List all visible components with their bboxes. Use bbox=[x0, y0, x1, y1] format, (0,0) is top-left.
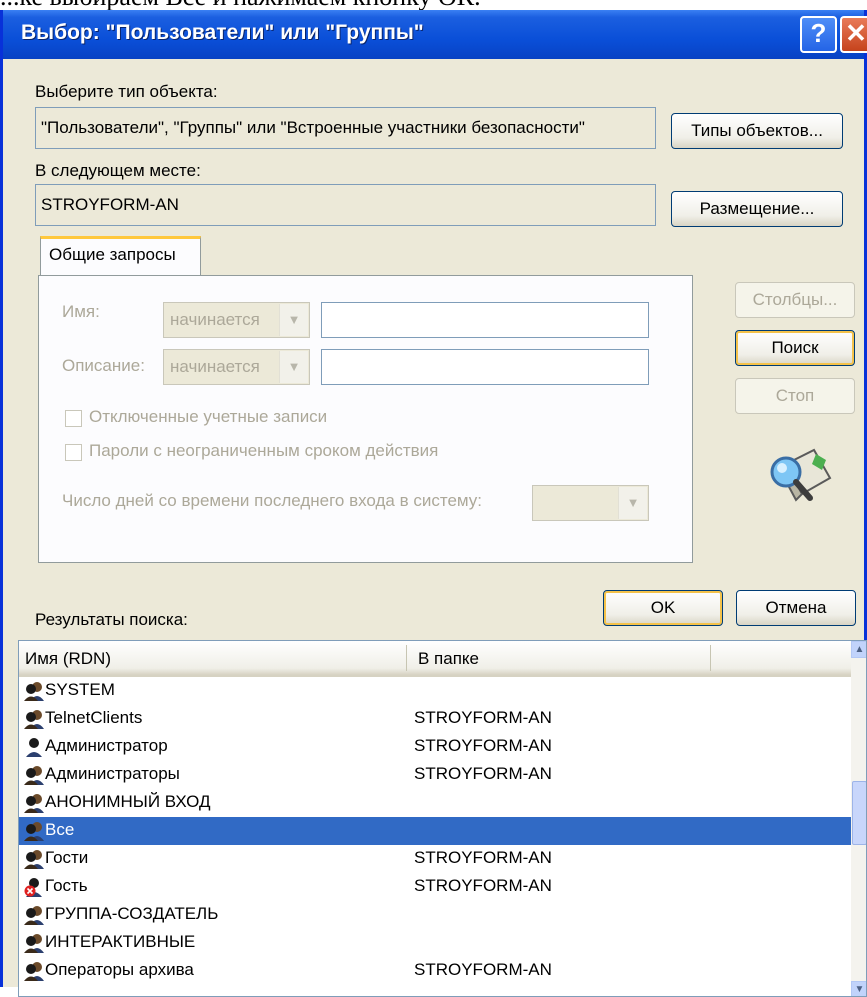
list-item[interactable]: Гости STROYFORM-AN bbox=[19, 845, 851, 873]
list-item[interactable]: ИНТЕРАКТИВНЫЕ bbox=[19, 929, 851, 957]
name-mode-select: начинается ▼ bbox=[163, 302, 310, 338]
disabled-accounts-checkbox bbox=[65, 410, 82, 427]
result-folder: STROYFORM-AN bbox=[414, 960, 552, 979]
name-label: Имя: bbox=[62, 302, 100, 321]
scroll-down-icon[interactable]: ▼ bbox=[851, 981, 866, 996]
result-name: Гость bbox=[45, 876, 88, 895]
group-icon bbox=[23, 932, 45, 954]
column-divider[interactable] bbox=[406, 645, 407, 671]
scroll-thumb[interactable] bbox=[852, 781, 866, 845]
result-folder: STROYFORM-AN bbox=[414, 876, 552, 895]
list-item[interactable]: Операторы архива STROYFORM-AN bbox=[19, 957, 851, 985]
group-icon bbox=[23, 708, 45, 730]
location-label: В следующем месте: bbox=[35, 161, 201, 180]
description-mode-select: начинается ▼ bbox=[163, 349, 310, 385]
result-folder: STROYFORM-AN bbox=[414, 764, 552, 783]
result-folder: STROYFORM-AN bbox=[414, 848, 552, 867]
result-name: Все bbox=[45, 820, 75, 839]
object-type-field: "Пользователи", "Группы" или "Встроенные… bbox=[35, 107, 656, 149]
list-item[interactable]: АНОНИМНЫЙ ВХОД bbox=[19, 789, 851, 817]
description-label: Описание: bbox=[62, 356, 145, 375]
common-queries-panel: Имя: начинается ▼ Описание: начинается ▼ О… bbox=[38, 275, 693, 563]
tab-label: Общие запросы bbox=[49, 245, 176, 264]
group-icon bbox=[23, 764, 45, 786]
object-type-label: Выберите тип объекта: bbox=[35, 82, 218, 101]
column-divider[interactable] bbox=[710, 645, 711, 671]
group-icon bbox=[23, 820, 45, 842]
list-item[interactable]: Все bbox=[19, 817, 851, 845]
column-header-folder[interactable]: В папке bbox=[418, 649, 479, 669]
name-mode-value: начинается bbox=[170, 310, 260, 329]
list-item[interactable]: Администраторы STROYFORM-AN bbox=[19, 761, 851, 789]
object-types-button[interactable]: Типы объектов... bbox=[671, 113, 843, 149]
location-field: STROYFORM-AN bbox=[35, 184, 656, 226]
select-users-dialog: Выбор: "Пользователи" или "Группы" ? ✕ В… bbox=[0, 10, 867, 997]
result-name: Администраторы bbox=[45, 764, 180, 783]
result-name: ИНТЕРАКТИВНЫЕ bbox=[45, 932, 196, 951]
result-name: Операторы архива bbox=[45, 960, 194, 979]
chevron-down-icon: ▼ bbox=[279, 351, 308, 383]
result-folder: STROYFORM-AN bbox=[414, 708, 552, 727]
caption-text: ...ке выбираем Все и нажимаем кнопку ОК. bbox=[0, 0, 481, 10]
list-item[interactable]: TelnetClients STROYFORM-AN bbox=[19, 705, 851, 733]
columns-button: Столбцы... bbox=[735, 282, 855, 318]
description-mode-value: начинается bbox=[170, 357, 260, 376]
cancel-button[interactable]: Отмена bbox=[736, 590, 856, 626]
chevron-down-icon: ▼ bbox=[618, 487, 647, 519]
group-icon bbox=[23, 792, 45, 814]
result-name: АНОНИМНЫЙ ВХОД bbox=[45, 792, 211, 811]
result-name: TelnetClients bbox=[45, 708, 143, 727]
caption-fragment: ...ке выбираем Все и нажимаем кнопку ОК. bbox=[0, 0, 867, 10]
group-icon bbox=[23, 904, 45, 926]
result-name: Гости bbox=[45, 848, 89, 867]
days-select: ▼ bbox=[532, 485, 649, 521]
chevron-down-icon: ▼ bbox=[279, 304, 308, 336]
days-label: Число дней со времени последнего входа в… bbox=[62, 491, 483, 510]
name-input[interactable] bbox=[321, 302, 649, 338]
result-name: SYSTEM bbox=[45, 680, 115, 699]
non-expiring-checkbox bbox=[65, 444, 82, 461]
window-title: Выбор: "Пользователи" или "Группы" bbox=[21, 21, 424, 44]
column-header-name[interactable]: Имя (RDN) bbox=[25, 649, 111, 669]
non-expiring-label: Пароли с неограниченным сроком действия bbox=[89, 441, 439, 460]
scroll-up-icon[interactable]: ▲ bbox=[851, 641, 866, 658]
disabled-accounts-label: Отключенные учетные записи bbox=[89, 407, 328, 426]
disabled-user-icon bbox=[23, 876, 45, 898]
results-label: Результаты поиска: bbox=[35, 610, 188, 629]
help-button[interactable]: ? bbox=[800, 16, 837, 53]
list-item[interactable]: SYSTEM bbox=[19, 677, 851, 705]
list-item[interactable]: ГРУППА-СОЗДАТЕЛЬ bbox=[19, 901, 851, 929]
result-name: Администратор bbox=[45, 736, 168, 755]
group-icon bbox=[23, 848, 45, 870]
group-icon bbox=[23, 680, 45, 702]
group-icon bbox=[23, 960, 45, 982]
close-button[interactable]: ✕ bbox=[840, 16, 867, 53]
search-button[interactable]: Поиск bbox=[735, 330, 855, 366]
user-icon bbox=[23, 736, 45, 758]
list-item[interactable]: Гость STROYFORM-AN bbox=[19, 873, 851, 901]
vertical-scrollbar[interactable]: ▲ ▼ bbox=[851, 641, 866, 996]
results-header: Имя (RDN) В папке bbox=[19, 641, 851, 677]
result-name: ГРУППА-СОЗДАТЕЛЬ bbox=[45, 904, 219, 923]
tab-common-queries[interactable]: Общие запросы bbox=[40, 236, 201, 276]
result-folder: STROYFORM-AN bbox=[414, 736, 552, 755]
search-flashlight-icon bbox=[770, 448, 832, 502]
locations-button[interactable]: Размещение... bbox=[671, 191, 843, 227]
description-input[interactable] bbox=[321, 349, 649, 385]
search-results-list[interactable]: Имя (RDN) В папке SYSTEM TelnetClients STR… bbox=[18, 640, 867, 997]
title-bar[interactable]: Выбор: "Пользователи" или "Группы" ? ✕ bbox=[3, 10, 867, 59]
ok-button[interactable]: OK bbox=[603, 590, 723, 626]
stop-button: Стоп bbox=[735, 378, 855, 414]
list-item[interactable]: Администратор STROYFORM-AN bbox=[19, 733, 851, 761]
